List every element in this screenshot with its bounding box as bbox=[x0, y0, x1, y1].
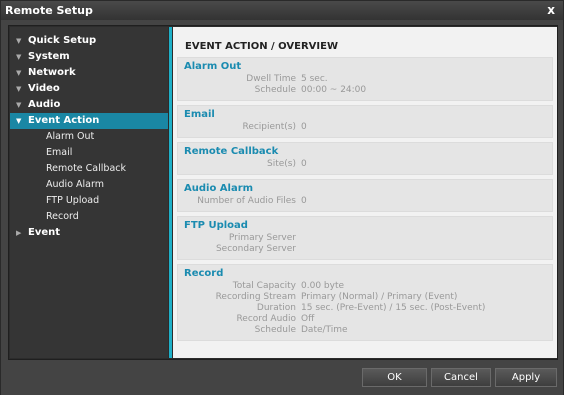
page-title: EVENT ACTION / OVERVIEW bbox=[185, 41, 339, 52]
row-label: Secondary Server bbox=[215, 244, 296, 254]
row-label: Total Capacity bbox=[232, 281, 296, 291]
info-row: Duration 15 sec. (Pre-Event) / 15 sec. (P… bbox=[184, 303, 546, 314]
row-label: Recording Stream bbox=[215, 292, 296, 302]
ok-button[interactable]: OK bbox=[362, 368, 427, 387]
info-row: Number of Audio Files 0 bbox=[184, 196, 546, 207]
section-title: FTP Upload bbox=[184, 220, 248, 231]
content-panel: EVENT ACTION / OVERVIEW Alarm Out Dwell … bbox=[173, 27, 557, 358]
section-title: Audio Alarm bbox=[184, 183, 254, 194]
expand-arrow-icon: ▼ bbox=[16, 69, 22, 77]
sidebar-item-system[interactable]: ▼ System bbox=[10, 49, 168, 65]
sidebar-item-label: Network bbox=[28, 67, 76, 78]
sidebar-item-label: Event bbox=[28, 227, 61, 238]
sidebar-item-label: Quick Setup bbox=[28, 35, 97, 46]
close-icon[interactable]: x bbox=[547, 3, 555, 17]
info-row: Primary Server bbox=[184, 233, 546, 244]
section-ftp-upload: FTP Upload Primary Server Secondary Serv… bbox=[177, 216, 553, 260]
info-row: Total Capacity 0.00 byte bbox=[184, 281, 546, 292]
sidebar-item-label: System bbox=[28, 51, 70, 62]
sidebar-item-label: Audio bbox=[28, 99, 61, 110]
row-value: 0 bbox=[301, 159, 307, 169]
main-frame: ▼ Quick Setup ▼ System ▼ Network ▼ Video ▼ Au… bbox=[8, 25, 558, 360]
row-value: Primary (Normal) / Primary (Event) bbox=[301, 292, 458, 302]
section-record: Record Total Capacity 0.00 byte Recording… bbox=[177, 264, 553, 341]
sidebar-item-audio[interactable]: ▼ Audio bbox=[10, 97, 168, 113]
info-row: Dwell Time 5 sec. bbox=[184, 74, 546, 85]
accent-divider bbox=[169, 27, 172, 358]
row-label: Recipient(s) bbox=[242, 122, 296, 132]
info-row: Recording Stream Primary (Normal) / Prima… bbox=[184, 292, 546, 303]
expand-arrow-icon: ▼ bbox=[16, 53, 22, 61]
row-label: Number of Audio Files bbox=[197, 196, 296, 206]
collapse-arrow-icon: ▶ bbox=[16, 229, 22, 237]
info-row: Schedule 00:00 ~ 24:00 bbox=[184, 85, 546, 96]
section-title: Alarm Out bbox=[184, 61, 242, 72]
sidebar-item-remote-callback[interactable]: Remote Callback bbox=[10, 161, 168, 177]
sidebar: ▼ Quick Setup ▼ System ▼ Network ▼ Video ▼ Au… bbox=[10, 27, 168, 358]
section-title: Email bbox=[184, 109, 215, 120]
sidebar-nav: ▼ Quick Setup ▼ System ▼ Network ▼ Video ▼ Au… bbox=[10, 27, 168, 241]
sidebar-item-email[interactable]: Email bbox=[10, 145, 168, 161]
apply-button[interactable]: Apply bbox=[495, 368, 557, 387]
sidebar-item-event[interactable]: ▶ Event bbox=[10, 225, 168, 241]
sidebar-item-ftp-upload[interactable]: FTP Upload bbox=[10, 193, 168, 209]
row-value: 15 sec. (Pre-Event) / 15 sec. (Post-Even… bbox=[301, 303, 486, 313]
section-alarm-out: Alarm Out Dwell Time 5 sec. Schedule 00:00… bbox=[177, 57, 553, 101]
section-email: Email Recipient(s) 0 bbox=[177, 105, 553, 138]
row-label: Dwell Time bbox=[246, 74, 296, 84]
section-remote-callback: Remote Callback Site(s) 0 bbox=[177, 142, 553, 175]
section-title: Remote Callback bbox=[184, 146, 279, 157]
row-label: Primary Server bbox=[228, 233, 296, 243]
info-row: Recipient(s) 0 bbox=[184, 122, 546, 133]
row-value: 00:00 ~ 24:00 bbox=[301, 85, 367, 95]
section-audio-alarm: Audio Alarm Number of Audio Files 0 bbox=[177, 179, 553, 212]
expand-arrow-icon: ▼ bbox=[16, 117, 22, 125]
row-label: Record Audio bbox=[236, 314, 296, 324]
info-row: Schedule Date/Time bbox=[184, 325, 546, 336]
row-value: Off bbox=[301, 314, 315, 324]
info-row: Record Audio Off bbox=[184, 314, 546, 325]
row-value: 0 bbox=[301, 196, 307, 206]
row-label: Site(s) bbox=[267, 159, 296, 169]
title-bar: Remote Setup x bbox=[1, 1, 563, 20]
button-bar: OK Cancel Apply bbox=[1, 361, 563, 395]
row-value: 5 sec. bbox=[301, 74, 328, 84]
cancel-button[interactable]: Cancel bbox=[431, 368, 491, 387]
row-label: Schedule bbox=[254, 85, 296, 95]
row-label: Duration bbox=[256, 303, 296, 313]
sidebar-item-record[interactable]: Record bbox=[10, 209, 168, 225]
sidebar-item-label: Event Action bbox=[28, 115, 100, 126]
sidebar-item-alarm-out[interactable]: Alarm Out bbox=[10, 129, 168, 145]
expand-arrow-icon: ▼ bbox=[16, 37, 22, 45]
window-title: Remote Setup bbox=[5, 4, 93, 17]
sidebar-item-quick-setup[interactable]: ▼ Quick Setup bbox=[10, 33, 168, 49]
row-value: 0.00 byte bbox=[301, 281, 345, 291]
sidebar-item-event-action[interactable]: ▼ Event Action bbox=[10, 113, 168, 129]
row-value bbox=[296, 233, 301, 243]
info-row: Site(s) 0 bbox=[184, 159, 546, 170]
info-row: Secondary Server bbox=[184, 244, 546, 255]
remote-setup-window: Remote Setup x ▼ Quick Setup ▼ System ▼ Net… bbox=[0, 0, 564, 395]
expand-arrow-icon: ▼ bbox=[16, 85, 22, 93]
row-value: Date/Time bbox=[301, 325, 348, 335]
sidebar-item-video[interactable]: ▼ Video bbox=[10, 81, 168, 97]
sidebar-item-audio-alarm[interactable]: Audio Alarm bbox=[10, 177, 168, 193]
expand-arrow-icon: ▼ bbox=[16, 101, 22, 109]
row-value: 0 bbox=[301, 122, 307, 132]
row-label: Schedule bbox=[254, 325, 296, 335]
section-title: Record bbox=[184, 268, 224, 279]
sidebar-item-network[interactable]: ▼ Network bbox=[10, 65, 168, 81]
sidebar-item-label: Video bbox=[28, 83, 60, 94]
row-value bbox=[296, 244, 301, 254]
